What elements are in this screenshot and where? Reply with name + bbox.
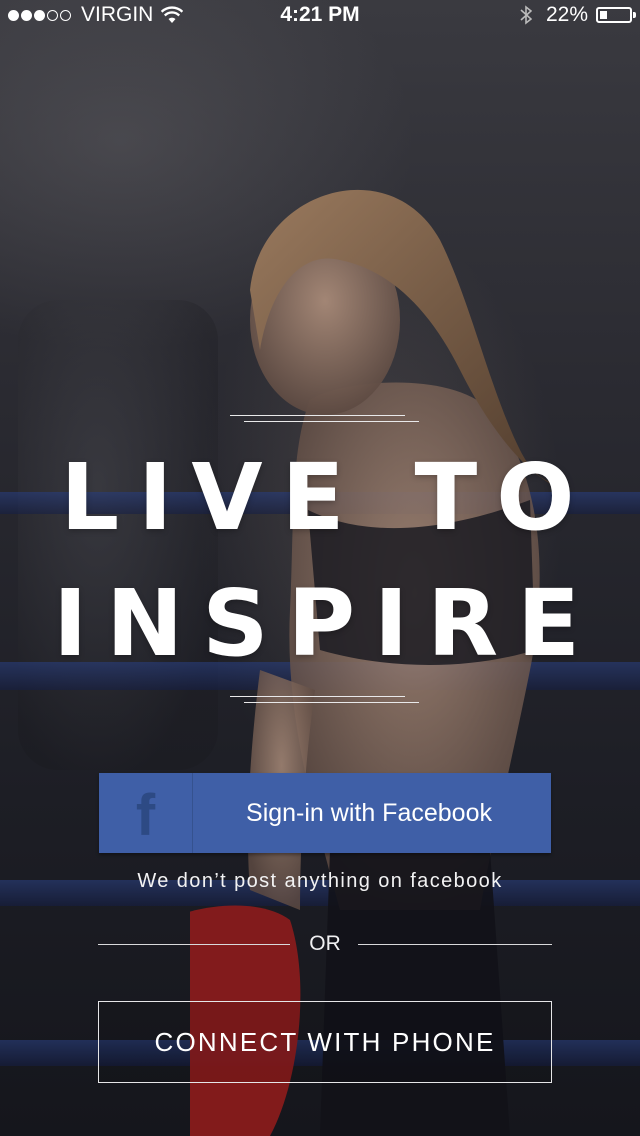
deco-line xyxy=(230,415,405,416)
deco-line xyxy=(244,421,419,422)
facebook-signin-button[interactable]: f Sign-in with Facebook xyxy=(99,773,551,853)
bluetooth-icon xyxy=(520,5,532,25)
headline-line-1: LIVE TO xyxy=(60,444,594,551)
headline-line-2: INSPIRE xyxy=(53,570,599,677)
connect-with-phone-label: CONNECT WITH PHONE xyxy=(154,1026,496,1057)
or-divider: OR xyxy=(98,932,552,958)
status-right: 22% xyxy=(520,3,636,27)
facebook-f-icon: f xyxy=(135,783,156,848)
battery-percent: 22% xyxy=(545,3,588,26)
connect-with-phone-button[interactable]: CONNECT WITH PHONE xyxy=(98,1001,552,1083)
decorative-lines-top xyxy=(230,415,420,423)
decorative-lines-bottom xyxy=(230,696,420,704)
deco-line xyxy=(230,696,405,697)
status-bar: VIRGIN 4:21 PM 22% xyxy=(0,0,640,30)
divider-line-right xyxy=(358,944,552,945)
deco-line xyxy=(244,702,419,703)
facebook-privacy-note: We don’t post anything on facebook xyxy=(137,870,503,892)
login-screen: VIRGIN 4:21 PM 22% LIVE TO INSPIRE f Sig… xyxy=(0,0,640,1136)
facebook-icon-box: f xyxy=(99,773,193,853)
facebook-signin-label: Sign-in with Facebook xyxy=(246,798,492,827)
battery-icon xyxy=(596,7,636,23)
